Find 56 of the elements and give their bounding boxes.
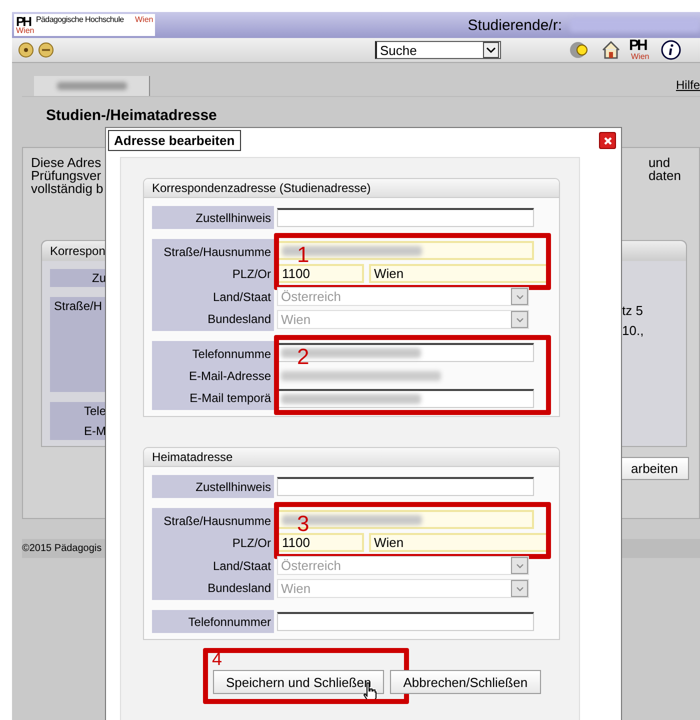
page-title: Studien-/Heimatadresse <box>45 106 218 126</box>
field-label: Land/Staat <box>152 554 274 577</box>
intro-text: vollständig b <box>31 182 104 195</box>
circle-icon[interactable] <box>38 42 54 58</box>
annotation-number: 3 <box>297 513 310 535</box>
field-label: PLZ/Or <box>152 262 274 285</box>
field-label: Bundesland <box>152 577 274 600</box>
input-field[interactable] <box>277 343 534 362</box>
input-field[interactable]: 1100 <box>277 264 364 283</box>
field-label: Telefonnumme <box>152 341 274 364</box>
card-label: Tele <box>82 404 106 418</box>
search-select[interactable]: Suche <box>375 41 501 59</box>
info-icon[interactable] <box>661 40 681 60</box>
input-field[interactable] <box>277 208 534 227</box>
field-label: Land/Staat <box>152 285 274 308</box>
intro-text: und <box>648 156 672 169</box>
field-label: Telefonnummer <box>152 610 274 633</box>
logo-text: Pädagogische Hochschule <box>36 15 124 24</box>
annotation-number: 4 <box>212 650 222 668</box>
field-label: PLZ/Or <box>152 531 274 554</box>
annotation-number: 2 <box>297 346 310 368</box>
logo-mark: PH <box>629 37 646 54</box>
dialog-button[interactable]: Abbrechen/Schließen <box>390 670 541 694</box>
user-label: Studierende/r: <box>468 16 562 34</box>
field-label: Bundesland <box>152 308 274 331</box>
card-value: tz 5 <box>622 302 644 320</box>
field-label: E-Mail-Adresse <box>152 364 274 387</box>
input-field[interactable] <box>277 389 534 408</box>
input-field[interactable] <box>277 477 534 496</box>
input-field[interactable] <box>277 612 534 631</box>
dialog-button[interactable]: Speichern und Schließen <box>213 670 384 694</box>
card-label: E-M <box>83 424 106 438</box>
help-link[interactable]: Hilfe <box>676 78 700 92</box>
circle-icon[interactable] <box>18 42 34 58</box>
field-label: E-Mail temporä <box>152 387 274 410</box>
logo-city: Wien <box>631 52 650 61</box>
home-icon[interactable] <box>601 40 621 60</box>
ph-logo[interactable]: PH Wien <box>629 39 653 61</box>
section-title: Korrespondenzadresse (Studienadresse) <box>144 179 559 198</box>
intro-text: daten <box>648 169 681 182</box>
input-field[interactable]: 1100 <box>277 533 364 552</box>
footer-text: ©2015 Pädagogis <box>22 543 102 554</box>
field-label: Straße/Hausnumme <box>152 508 274 531</box>
card-value: 10., <box>622 322 645 340</box>
dialog-title: Adresse bearbeiten <box>108 130 241 151</box>
logo-city: Wien <box>135 15 154 24</box>
intro-text: Diese Adres <box>31 156 102 169</box>
close-button[interactable] <box>599 132 616 149</box>
intro-text: Prüfungsver <box>31 169 102 182</box>
field-label: Zustellhinweis <box>152 475 274 498</box>
edit-button[interactable]: arbeiten <box>620 457 689 480</box>
close-icon <box>602 136 612 146</box>
field-label: Zustellhinweis <box>152 206 274 229</box>
section-title: Heimatadresse <box>144 448 559 467</box>
field-label: Straße/Hausnumme <box>152 239 274 262</box>
logo-city: Wien <box>16 26 34 35</box>
